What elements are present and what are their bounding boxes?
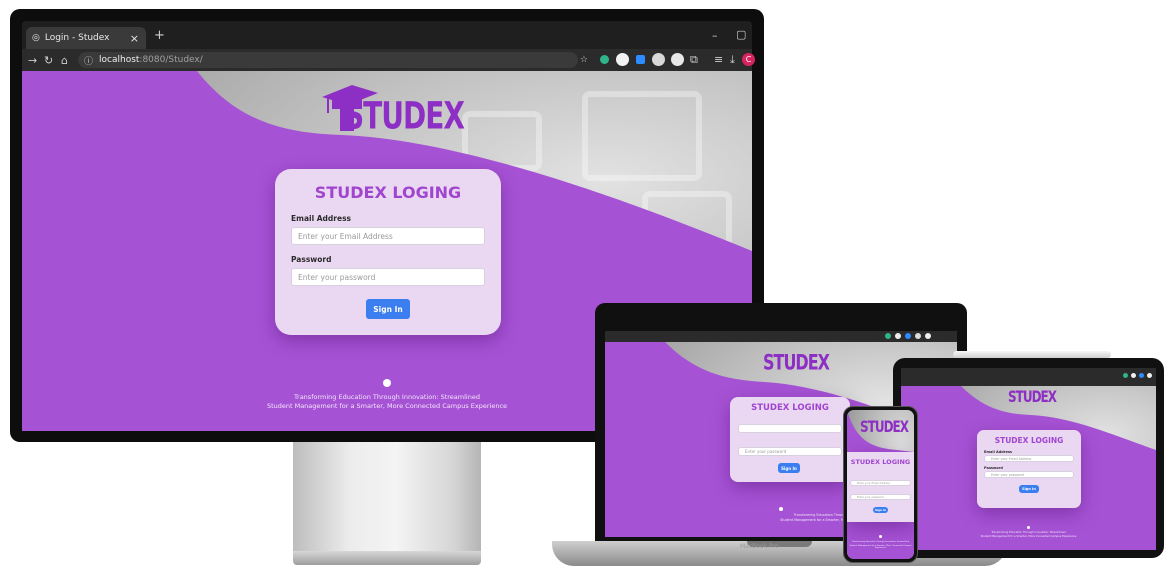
login-card: STUDEX LOGING Email Address Enter your E…: [275, 169, 501, 335]
laptop-login-card: STUDEX LOGING Enter your password Sign I…: [730, 397, 850, 482]
back-icon[interactable]: →: [28, 55, 37, 66]
tab-title: Login - Studex: [44, 33, 110, 43]
extension-circle-icon[interactable]: [652, 53, 665, 66]
password-label: Password: [291, 255, 332, 264]
profile-avatar[interactable]: C: [742, 53, 755, 66]
tablet-login-card: STUDEX LOGING Email Address Enter your E…: [977, 430, 1081, 508]
carousel-dot[interactable]: [383, 379, 391, 387]
sign-in-button[interactable]: Sign In: [366, 299, 410, 319]
phone: STUDEX STUDEX LOGING Enter your Email Ad…: [843, 406, 918, 563]
url-host: localhost: [99, 55, 140, 65]
extension-square-icon[interactable]: [636, 55, 645, 64]
studex-logo: STUDEX: [322, 83, 472, 143]
site-info-icon[interactable]: ⓘ: [84, 54, 93, 67]
close-tab-icon[interactable]: ×: [130, 32, 139, 45]
extension-circle-icon[interactable]: [616, 53, 629, 66]
monitor-stand: [293, 441, 481, 561]
extension-circle-icon[interactable]: [671, 53, 684, 66]
globe-icon: ◎: [32, 33, 40, 43]
home-icon[interactable]: ⌂: [61, 55, 68, 66]
tablet-login-page: STUDEX STUDEX LOGING Email Address Enter…: [901, 386, 1156, 550]
phone-login-card: STUDEX LOGING Enter your Email Address E…: [847, 452, 914, 522]
login-title: STUDEX LOGING: [314, 183, 462, 202]
browser-toolbar: → ↻ ⌂ ⓘ localhost :8080/Studex/ ☆ ⧉ ≡ ⤓ …: [22, 49, 755, 71]
star-icon[interactable]: ☆: [580, 55, 588, 65]
url-path: :8080/Studex/: [139, 55, 203, 65]
browser-tab[interactable]: ◎ Login - Studex ×: [26, 27, 146, 49]
new-tab-button[interactable]: +: [154, 29, 165, 42]
reload-icon[interactable]: ↻: [44, 55, 53, 66]
monitor-stand-foot: [293, 551, 481, 565]
download-icon[interactable]: ⤓: [730, 54, 735, 65]
email-label: Email Address: [291, 214, 352, 223]
address-bar[interactable]: ⓘ localhost :8080/Studex/ ☆: [78, 52, 588, 68]
restore-icon[interactable]: ▢: [736, 29, 746, 40]
tablet: STUDEX STUDEX LOGING Email Address Enter…: [893, 358, 1164, 558]
laptop-logo-text: STUDEX: [763, 349, 830, 375]
password-field[interactable]: Enter your password: [291, 268, 485, 286]
laptop-label: MacBook Pro: [740, 543, 779, 550]
stylus-pencil: [953, 351, 1111, 358]
extensions-icon[interactable]: ⧉: [690, 54, 698, 65]
laptop-browser-bar: [605, 331, 957, 342]
device-mockup-stage: ◎ Login - Studex × + – ▢ → ↻ ⌂ ⓘ localho…: [0, 0, 1173, 588]
extension-shield-icon[interactable]: [600, 55, 609, 64]
email-field[interactable]: Enter your Email Address: [291, 227, 485, 245]
tablet-browser-bar: [901, 368, 1156, 386]
phone-login-page: STUDEX STUDEX LOGING Enter your Email Ad…: [847, 410, 914, 559]
logo-text: STUDEX: [344, 93, 465, 138]
tablet-logo-text: STUDEX: [1008, 387, 1057, 406]
reading-list-icon[interactable]: ≡: [714, 54, 723, 65]
browser-tab-strip: ◎ Login - Studex × + – ▢: [22, 21, 752, 49]
minimize-button[interactable]: –: [712, 30, 718, 41]
phone-logo-text: STUDEX: [860, 417, 909, 436]
